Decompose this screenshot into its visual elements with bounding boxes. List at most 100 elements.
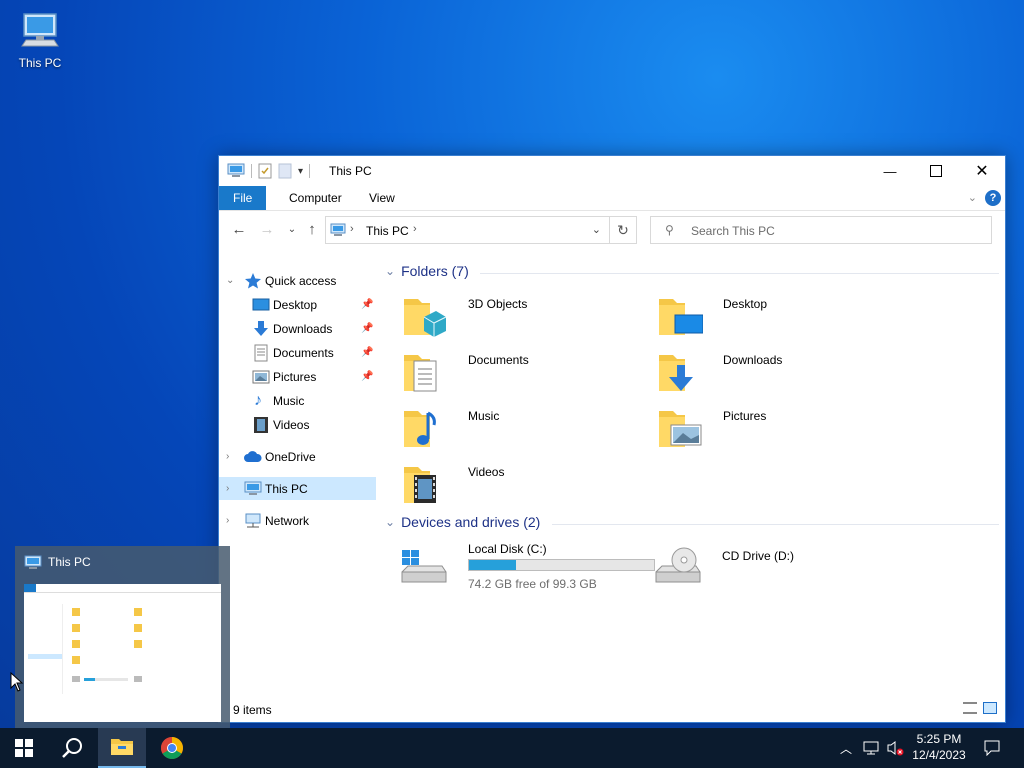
nav-label: Network <box>265 513 310 528</box>
recent-locations-button[interactable]: ⌄ <box>283 221 301 239</box>
divider <box>251 164 252 178</box>
content-pane: ⌄ Folders (7) 3D Objects Desktop Documen… <box>382 261 1005 691</box>
up-button[interactable]: ↑ <box>303 221 321 239</box>
folder-tile-pictures[interactable]: Pictures <box>655 403 895 455</box>
folder-tile-music[interactable]: Music <box>400 403 640 455</box>
pictures-icon <box>252 370 270 383</box>
action-center-button[interactable] <box>978 728 1006 768</box>
breadcrumb[interactable]: This PC <box>366 224 409 238</box>
documents-folder-icon <box>404 355 437 392</box>
ribbon-tabs: File Computer View ⌄ ? <box>219 186 1005 211</box>
chevron-down-icon[interactable]: ⌄ <box>226 275 236 286</box>
start-button[interactable] <box>0 728 48 768</box>
network-icon <box>245 513 261 527</box>
drive-tile-d[interactable]: CD Drive (D:) <box>654 542 894 594</box>
folder-tile-documents[interactable]: Documents <box>400 347 640 399</box>
close-button[interactable]: ✕ <box>959 156 1005 186</box>
chevron-down-icon[interactable]: ⌄ <box>385 515 395 529</box>
forward-button[interactable]: → <box>258 221 276 239</box>
chevron-right-icon[interactable]: › <box>226 515 236 526</box>
nav-label: This PC <box>265 481 308 496</box>
show-hidden-icons-button[interactable]: ︿ <box>836 728 856 768</box>
download-icon <box>254 320 268 336</box>
details-view-icon[interactable] <box>963 702 977 714</box>
taskbar-clock[interactable]: 5:25 PM 12/4/2023 <box>905 731 973 763</box>
nav-item-quick-access[interactable]: ⌄ Quick access <box>219 269 376 292</box>
cloud-icon <box>244 450 262 462</box>
chevron-right-icon[interactable]: › <box>226 483 236 494</box>
cd-drive-icon <box>655 547 701 583</box>
search-placeholder: Search This PC <box>691 224 775 238</box>
nav-item-downloads[interactable]: Downloads 📌 <box>219 317 376 340</box>
nav-label: Videos <box>273 417 310 432</box>
nav-item-this-pc[interactable]: › This PC <box>219 477 376 500</box>
folder-name: Downloads <box>723 353 783 367</box>
taskbar-thumbnail-preview[interactable]: This PC <box>15 546 230 728</box>
group-title: Devices and drives (2) <box>401 514 541 530</box>
group-title: Folders (7) <box>401 263 469 279</box>
nav-item-network[interactable]: › Network <box>219 509 376 532</box>
folder-tile-3d-objects[interactable]: 3D Objects <box>400 291 640 343</box>
folder-name: Videos <box>468 465 505 479</box>
folder-name: Desktop <box>723 297 768 311</box>
nav-item-documents[interactable]: Documents 📌 <box>219 341 376 364</box>
group-header-folders[interactable]: ⌄ Folders (7) <box>385 263 469 279</box>
back-button[interactable]: ← <box>230 221 248 239</box>
nav-item-videos[interactable]: Videos <box>219 413 376 436</box>
nav-label: Documents <box>273 345 334 360</box>
chevron-right-icon[interactable]: › <box>226 451 236 462</box>
taskbar-chrome[interactable] <box>148 728 196 768</box>
tab-file[interactable]: File <box>219 186 267 210</box>
drive-usage-bar <box>468 559 655 571</box>
maximize-button[interactable] <box>913 156 959 186</box>
nav-label: Music <box>273 393 305 408</box>
chevron-right-icon[interactable]: › <box>350 223 354 235</box>
volume-tray-button[interactable] <box>884 728 906 768</box>
music-icon: ♪ <box>254 391 262 409</box>
desktop-icon-this-pc[interactable]: This PC <box>14 10 66 70</box>
minimize-button[interactable]: — <box>867 156 913 186</box>
folder-name: Documents <box>468 353 529 367</box>
new-folder-icon[interactable] <box>278 163 292 179</box>
tab-computer[interactable]: Computer <box>275 186 356 210</box>
nav-item-onedrive[interactable]: › OneDrive <box>219 445 376 468</box>
folder-tile-downloads[interactable]: Downloads <box>655 347 895 399</box>
taskbar-file-explorer[interactable] <box>98 728 146 768</box>
folder-tile-desktop[interactable]: Desktop <box>655 291 895 343</box>
computer-icon <box>24 555 42 569</box>
network-tray-button[interactable] <box>860 728 882 768</box>
minimize-icon: — <box>883 163 897 179</box>
customize-toolbar-icon[interactable]: ▾ <box>298 166 303 177</box>
chevron-right-icon[interactable]: › <box>413 223 417 235</box>
properties-icon[interactable] <box>258 163 272 179</box>
chevron-down-icon[interactable]: ⌄ <box>592 223 601 236</box>
window-title: This PC <box>329 164 372 178</box>
address-bar[interactable]: › This PC › ⌄ <box>325 216 610 244</box>
pin-icon: 📌 <box>361 371 374 382</box>
refresh-button[interactable]: ↻ <box>610 216 637 244</box>
drive-tile-c[interactable]: Local Disk (C:) 74.2 GB free of 99.3 GB <box>400 542 670 594</box>
folder-name: Pictures <box>723 409 767 423</box>
thumbnail-image <box>24 584 221 722</box>
chevron-down-icon[interactable]: ⌄ <box>385 264 395 278</box>
folder-tile-videos[interactable]: Videos <box>400 459 640 511</box>
group-header-devices[interactable]: ⌄ Devices and drives (2) <box>385 514 540 530</box>
search-icon <box>62 738 82 758</box>
nav-item-desktop[interactable]: Desktop 📌 <box>219 293 376 316</box>
nav-label: Downloads <box>273 321 333 336</box>
nav-item-pictures[interactable]: Pictures 📌 <box>219 365 376 388</box>
computer-icon <box>330 223 346 236</box>
search-input[interactable]: ⚲ Search This PC <box>650 216 992 244</box>
divider <box>309 164 311 178</box>
navigation-bar: ← → ⌄ ↑ › This PC › ⌄ ↻ ⚲ Search This PC <box>219 211 1005 249</box>
search-button[interactable] <box>48 728 96 768</box>
help-icon[interactable]: ? <box>985 190 1001 206</box>
computer-icon <box>21 13 59 47</box>
nav-item-music[interactable]: ♪ Music <box>219 389 376 412</box>
tab-view[interactable]: View <box>355 186 409 210</box>
expand-ribbon-icon[interactable]: ⌄ <box>968 191 977 204</box>
music-folder-icon <box>404 411 436 447</box>
drive-name: Local Disk (C:) <box>468 542 547 556</box>
clock-date: 12/4/2023 <box>912 748 966 762</box>
large-icons-view-icon[interactable] <box>983 702 997 714</box>
